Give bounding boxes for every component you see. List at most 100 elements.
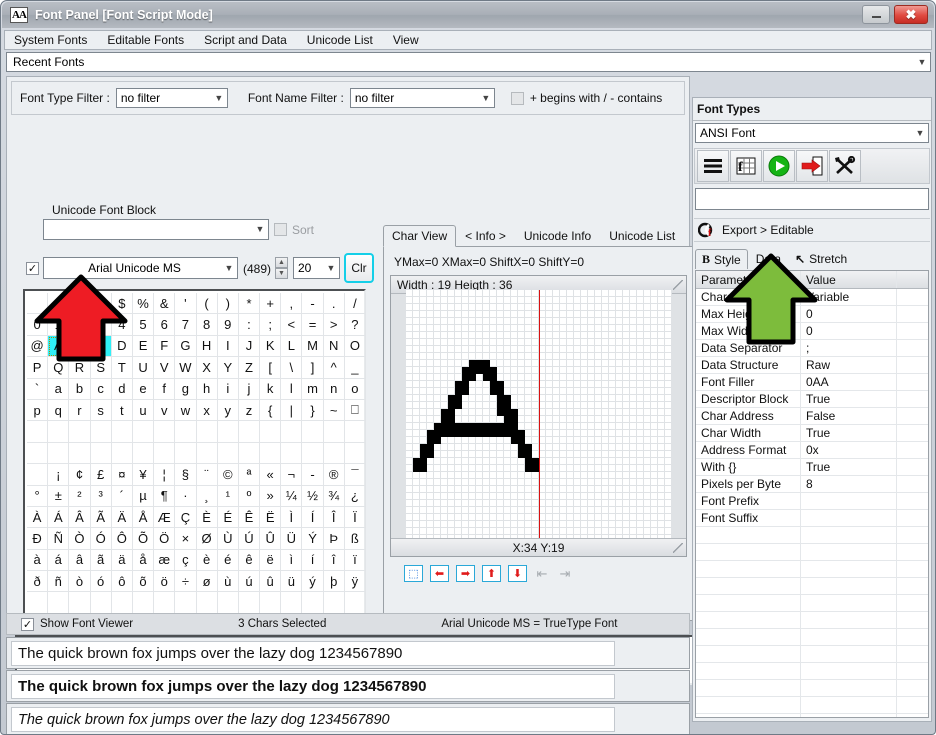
- glyph-pixel[interactable]: [580, 472, 588, 479]
- char-cell[interactable]: [344, 421, 366, 443]
- glyph-pixel[interactable]: [608, 416, 616, 423]
- glyph-pixel[interactable]: [412, 500, 420, 507]
- glyph-pixel[interactable]: [573, 374, 581, 381]
- glyph-pixel[interactable]: [489, 521, 497, 528]
- glyph-pixel[interactable]: [482, 409, 490, 416]
- glyph-pixel[interactable]: [608, 528, 616, 535]
- glyph-pixel[interactable]: [615, 318, 623, 325]
- glyph-pixel[interactable]: [545, 493, 553, 500]
- glyph-pixel[interactable]: [657, 402, 665, 409]
- glyph-pixel[interactable]: [629, 402, 637, 409]
- glyph-pixel[interactable]: [510, 297, 518, 304]
- glyph-pixel[interactable]: [482, 451, 490, 458]
- glyph-pixel[interactable]: [643, 507, 651, 514]
- glyph-pixel[interactable]: [524, 304, 532, 311]
- parameter-value-cell[interactable]: 8: [801, 476, 897, 492]
- glyph-pixel[interactable]: [461, 423, 469, 430]
- glyph-pixel[interactable]: [482, 297, 490, 304]
- char-cell[interactable]: ±: [48, 485, 70, 507]
- glyph-pixel[interactable]: [657, 381, 665, 388]
- glyph-pixel[interactable]: [531, 297, 539, 304]
- glyph-pixel[interactable]: [503, 493, 511, 500]
- char-cell[interactable]: ³: [90, 485, 112, 507]
- glyph-pixel[interactable]: [531, 507, 539, 514]
- char-cell[interactable]: [175, 421, 197, 443]
- glyph-pixel[interactable]: [475, 339, 483, 346]
- glyph-pixel[interactable]: [426, 311, 434, 318]
- glyph-pixel[interactable]: [454, 437, 462, 444]
- glyph-pixel[interactable]: [566, 465, 574, 472]
- glyph-pixel[interactable]: [594, 304, 602, 311]
- glyph-pixel[interactable]: [573, 409, 581, 416]
- glyph-pixel[interactable]: [636, 465, 644, 472]
- glyph-pixel[interactable]: [468, 339, 476, 346]
- char-cell[interactable]: O: [344, 335, 366, 358]
- glyph-pixel[interactable]: [559, 304, 567, 311]
- glyph-pixel[interactable]: [608, 360, 616, 367]
- char-cell[interactable]: Û: [260, 528, 282, 550]
- glyph-pixel[interactable]: [468, 423, 476, 430]
- char-cell[interactable]: è: [196, 549, 218, 572]
- char-cell[interactable]: ´: [111, 485, 133, 507]
- glyph-pixel[interactable]: [552, 507, 560, 514]
- char-cell[interactable]: ð: [27, 571, 49, 593]
- glyph-pixel[interactable]: [524, 493, 532, 500]
- glyph-pixel[interactable]: [601, 353, 609, 360]
- glyph-pixel[interactable]: [594, 423, 602, 430]
- glyph-pixel[interactable]: [552, 353, 560, 360]
- glyph-pixel[interactable]: [636, 290, 644, 297]
- glyph-pixel[interactable]: [440, 507, 448, 514]
- glyph-pixel[interactable]: [447, 304, 455, 311]
- glyph-pixel[interactable]: [545, 514, 553, 521]
- char-cell[interactable]: ÿ: [344, 571, 366, 593]
- glyph-pixel[interactable]: [650, 423, 658, 430]
- glyph-pixel[interactable]: [601, 325, 609, 332]
- glyph-pixel[interactable]: [468, 472, 476, 479]
- char-cell[interactable]: H: [196, 335, 218, 358]
- glyph-pixel[interactable]: [552, 472, 560, 479]
- glyph-pixel[interactable]: [454, 528, 462, 535]
- char-cell[interactable]: ?: [344, 314, 366, 336]
- glyph-pixel[interactable]: [412, 346, 420, 353]
- glyph-pixel[interactable]: [587, 479, 595, 486]
- glyph-pixel[interactable]: [580, 402, 588, 409]
- glyph-pixel[interactable]: [475, 388, 483, 395]
- glyph-pixel[interactable]: [545, 360, 553, 367]
- export-editable-row[interactable]: f Export > Editable: [694, 218, 930, 242]
- glyph-pixel[interactable]: [629, 465, 637, 472]
- table-row[interactable]: [696, 629, 928, 646]
- glyph-pixel[interactable]: [482, 514, 490, 521]
- glyph-pixel[interactable]: [664, 402, 672, 409]
- glyph-pixel[interactable]: [587, 290, 595, 297]
- char-cell[interactable]: >: [323, 314, 345, 336]
- glyph-pixel[interactable]: [503, 367, 511, 374]
- glyph-pixel[interactable]: [524, 465, 532, 472]
- export-icon[interactable]: [796, 150, 828, 182]
- char-cell[interactable]: [323, 592, 345, 614]
- glyph-pixel[interactable]: [650, 479, 658, 486]
- glyph-pixel[interactable]: [629, 493, 637, 500]
- glyph-pixel[interactable]: [636, 339, 644, 346]
- glyph-pixel[interactable]: [587, 325, 595, 332]
- glyph-pixel[interactable]: [461, 290, 469, 297]
- glyph-pixel[interactable]: [461, 353, 469, 360]
- glyph-pixel[interactable]: [433, 325, 441, 332]
- glyph-pixel[interactable]: [489, 374, 497, 381]
- glyph-pixel[interactable]: [629, 486, 637, 493]
- char-cell[interactable]: [111, 442, 133, 465]
- glyph-pixel[interactable]: [538, 507, 546, 514]
- glyph-pixel[interactable]: [524, 367, 532, 374]
- glyph-pixel[interactable]: [468, 500, 476, 507]
- glyph-pixel[interactable]: [594, 493, 602, 500]
- glyph-pixel[interactable]: [538, 486, 546, 493]
- glyph-pixel[interactable]: [440, 444, 448, 451]
- glyph-pixel[interactable]: [482, 339, 490, 346]
- glyph-pixel[interactable]: [419, 304, 427, 311]
- glyph-pixel[interactable]: [580, 367, 588, 374]
- glyph-pixel[interactable]: [650, 353, 658, 360]
- glyph-pixel[interactable]: [447, 311, 455, 318]
- glyph-pixel[interactable]: [559, 339, 567, 346]
- glyph-pixel[interactable]: [426, 444, 434, 451]
- glyph-pixel[interactable]: [517, 486, 525, 493]
- char-cell[interactable]: n: [323, 378, 345, 400]
